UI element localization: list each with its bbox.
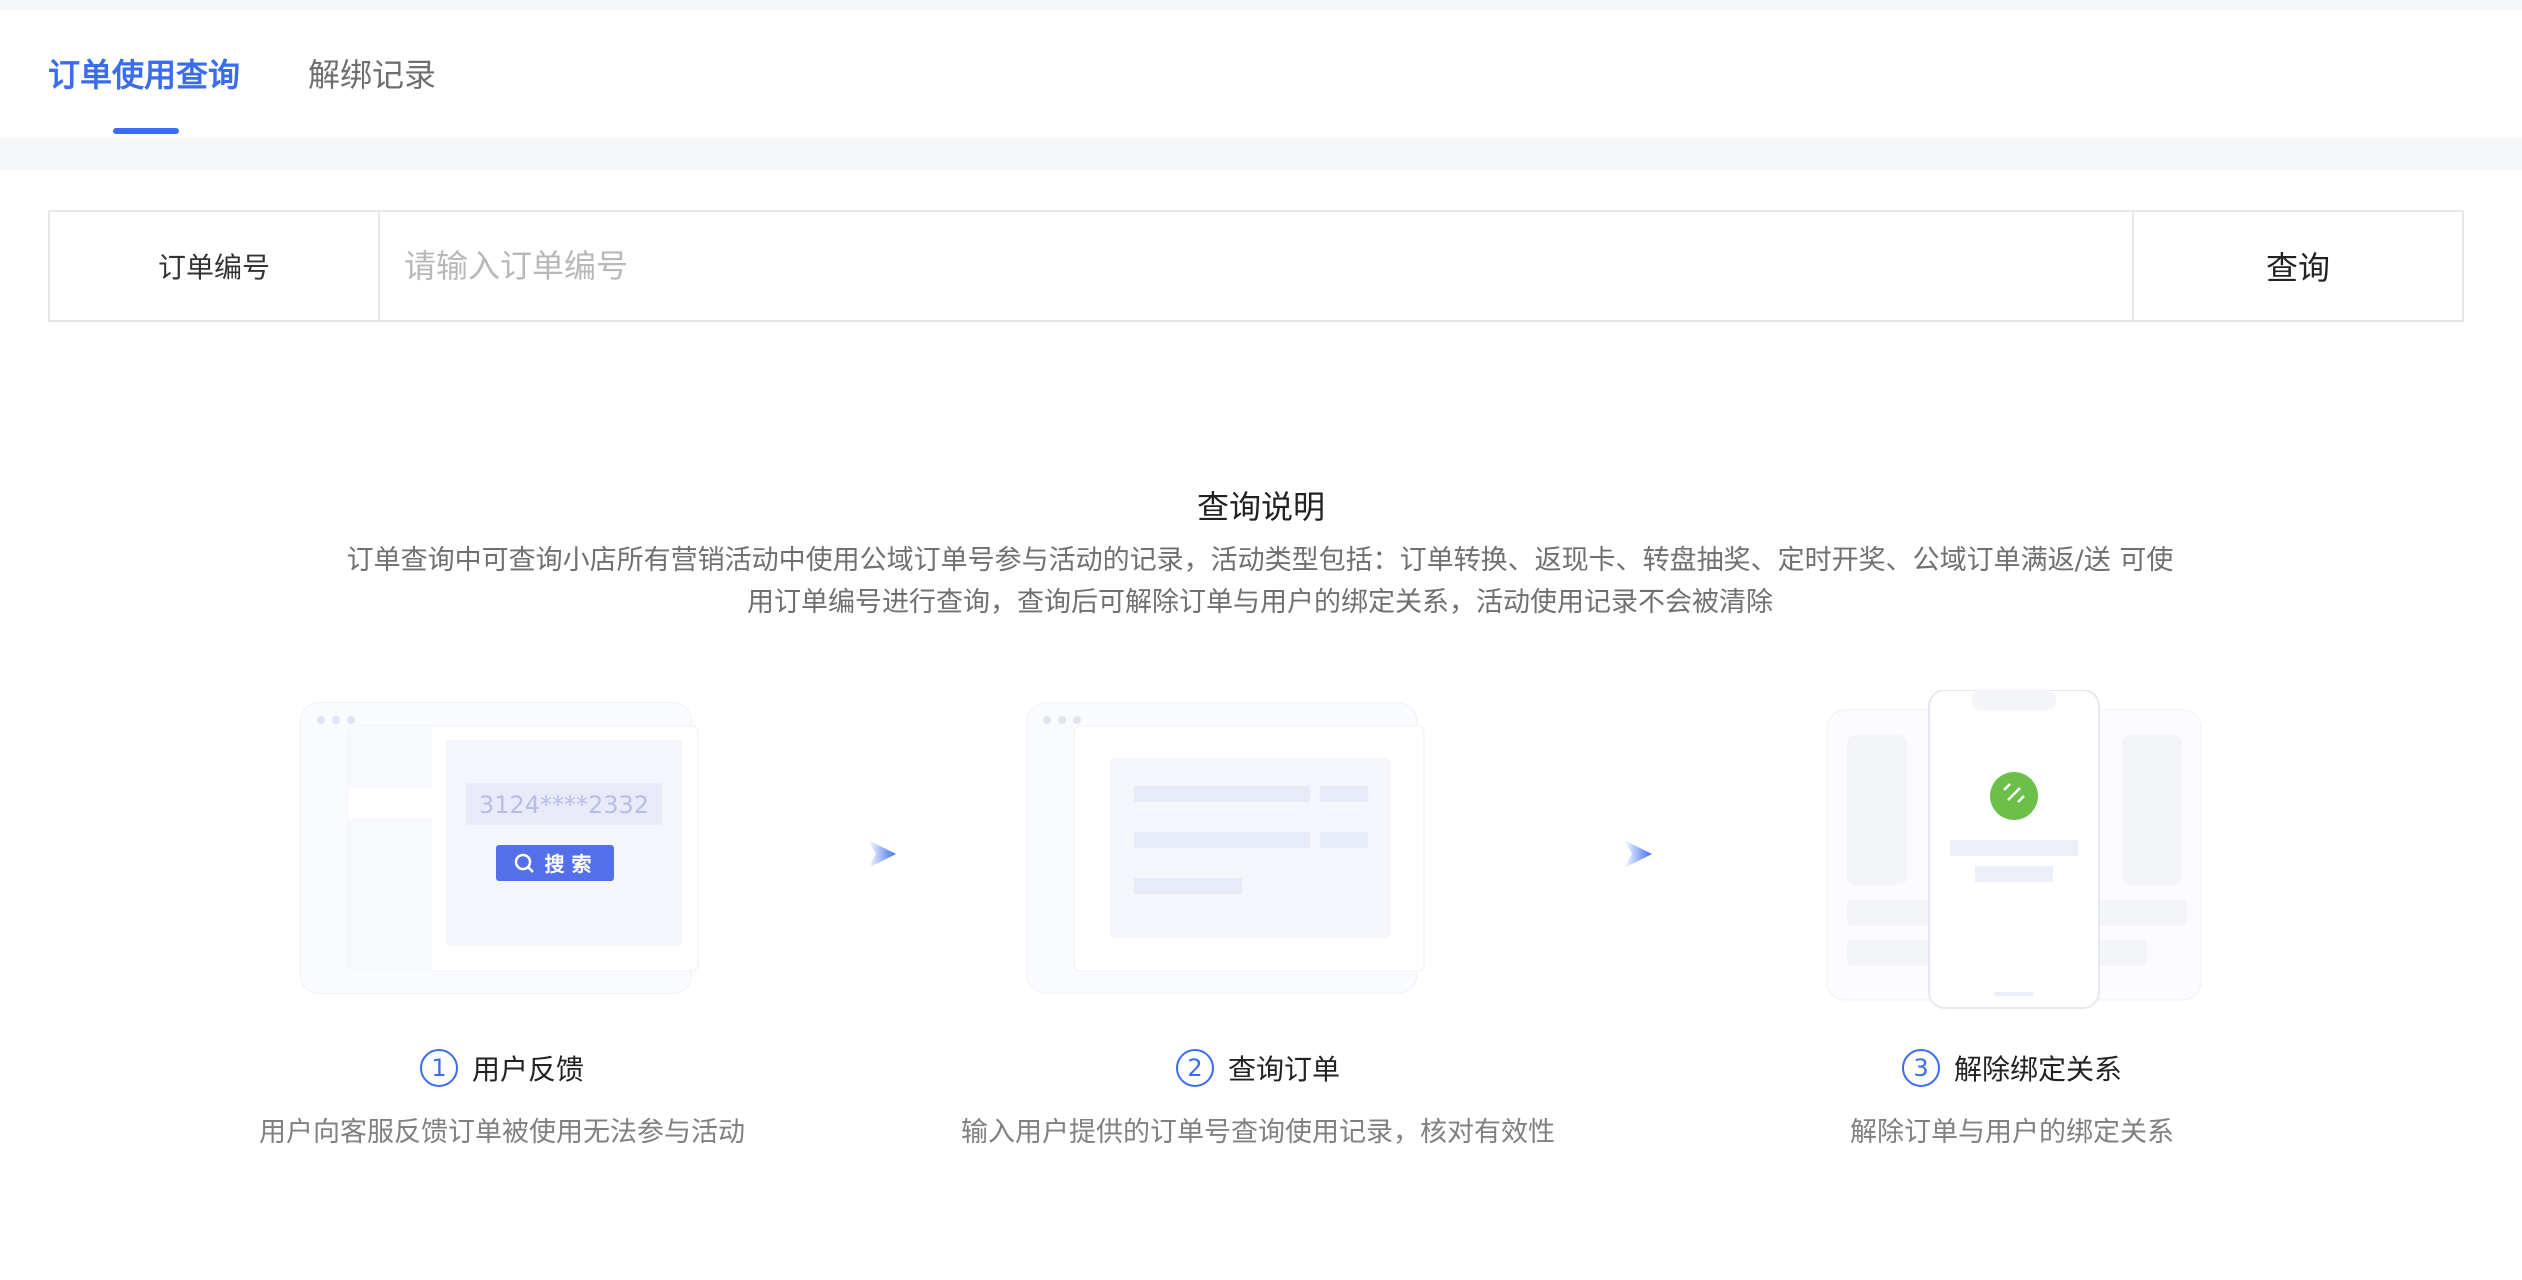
step-2-label: 2 查询订单	[1052, 1048, 1464, 1088]
tab-order-usage-query[interactable]: 订单使用查询	[48, 55, 240, 95]
search-row: 订单编号 查询	[48, 210, 2464, 322]
feedback-illustration: 3124****2332 搜 索	[300, 702, 699, 994]
query-illustration	[1026, 702, 1425, 994]
description-text: 订单查询中可查询小店所有营销活动中使用公域订单号参与活动的记录，活动类型包括：订…	[346, 545, 2174, 618]
step-1-number: 1	[419, 1049, 458, 1087]
sample-order-text: 3124****2332	[479, 791, 649, 819]
tabs-bar: 订单使用查询 解绑记录	[0, 10, 2522, 138]
active-tab-indicator	[113, 128, 179, 134]
step-3-description: 解除订单与用户的绑定关系	[1850, 1117, 2174, 1148]
tab-unbind-records[interactable]: 解绑记录	[308, 55, 436, 95]
arrow-right-icon	[1624, 840, 1652, 868]
arrow-right-icon	[868, 840, 896, 868]
order-number-label: 订单编号	[50, 212, 380, 320]
step-1-title: 用户反馈	[471, 1053, 584, 1086]
main-content: 订单编号 查询 查询说明 订单查询中可查询小店所有营销活动中使用公域订单号参与活…	[0, 170, 2522, 1280]
order-number-input[interactable]	[380, 212, 2132, 320]
step-1-label: 1 用户反馈	[296, 1048, 708, 1088]
step-3-label: 3 解除绑定关系	[1806, 1048, 2218, 1088]
step-3-title: 解除绑定关系	[1953, 1053, 2122, 1086]
step-2-description: 输入用户提供的订单号查询使用记录，核对有效性	[961, 1117, 1555, 1148]
description-title: 查询说明	[1196, 488, 1325, 526]
illustration-search-label: 搜 索	[545, 852, 592, 876]
unbind-illustration	[1826, 690, 2202, 1009]
step-3-number: 3	[1901, 1049, 1940, 1087]
step-1-description: 用户向客服反馈订单被使用无法参与活动	[259, 1117, 745, 1148]
step-2-number: 2	[1175, 1049, 1214, 1087]
query-button[interactable]: 查询	[2132, 212, 2462, 320]
step-2-title: 查询订单	[1227, 1053, 1340, 1086]
